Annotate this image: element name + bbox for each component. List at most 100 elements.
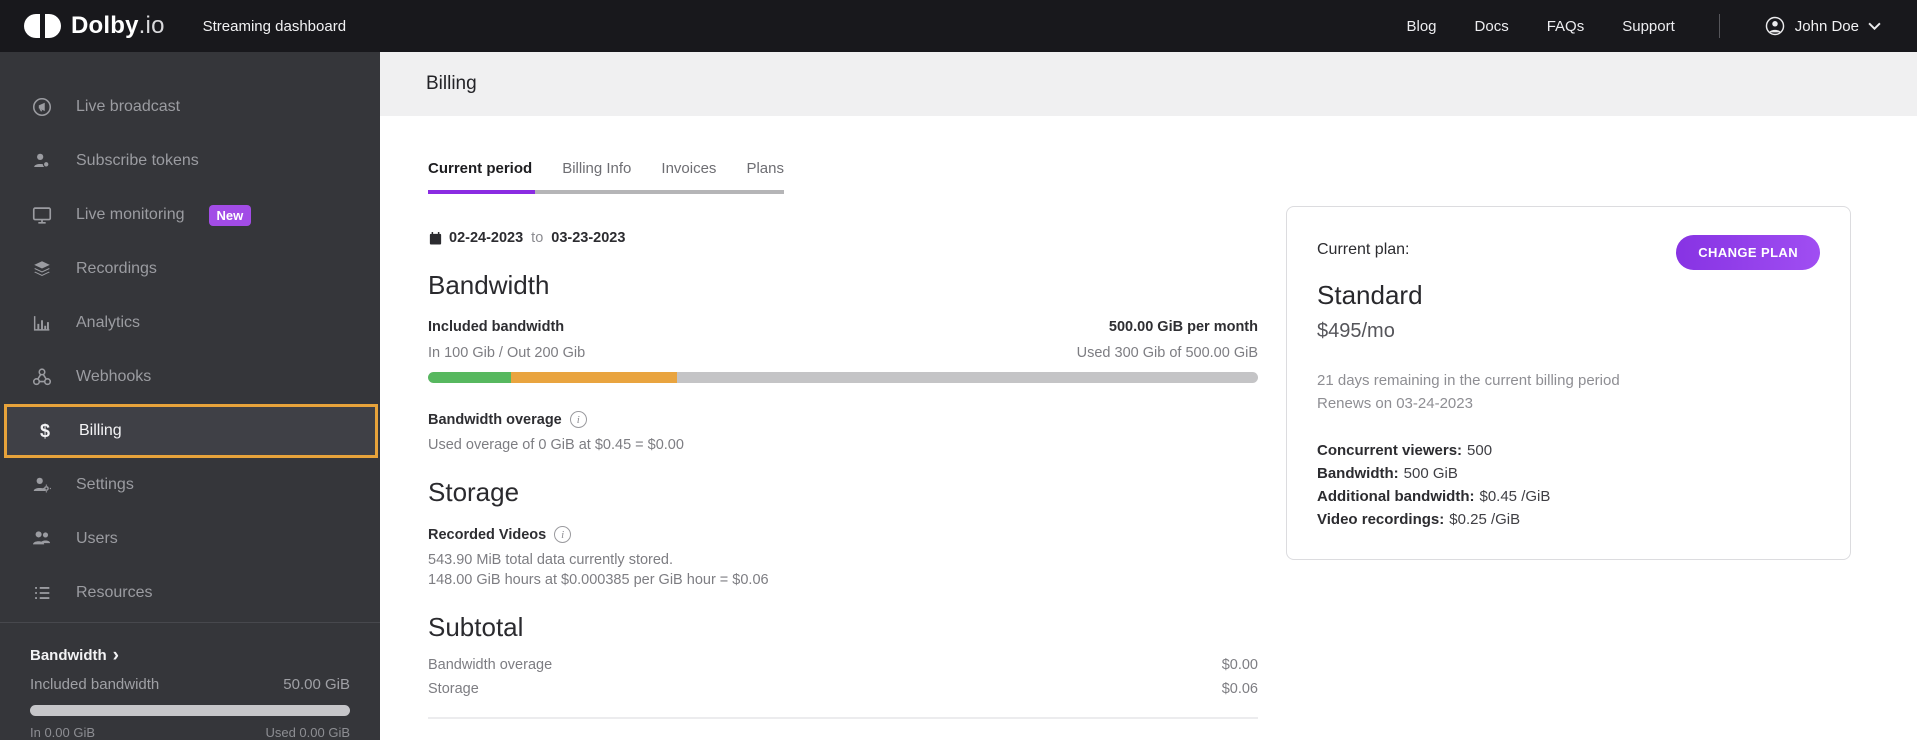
sidebar: Live broadcast Subscribe tokens Live mon… xyxy=(0,52,380,740)
sidebar-item-webhooks[interactable]: Webhooks xyxy=(0,350,380,404)
sidebar-item-live-monitoring[interactable]: Live monitoring New xyxy=(0,188,380,242)
storage-heading: Storage xyxy=(428,477,520,507)
usage-footer-left: In 0.00 GiB xyxy=(30,725,96,740)
bandwidth-progressbar xyxy=(428,372,1258,383)
dollar-icon: $ xyxy=(39,421,50,441)
page-title: Billing xyxy=(426,73,477,94)
sidebar-nav: Live broadcast Subscribe tokens Live mon… xyxy=(0,52,380,620)
period-start-date: 02-24-2023 xyxy=(449,230,524,246)
sidebar-item-label: Webhooks xyxy=(76,368,152,385)
plan-price: $495/mo xyxy=(1317,320,1395,342)
app-window: Dolby.io Streaming dashboard Blog Docs F… xyxy=(0,0,1917,740)
plan-renewal-date: Renews on 03-24-2023 xyxy=(1317,395,1473,412)
subtotal-row-label: Bandwidth overage xyxy=(428,657,553,673)
sidebar-item-label: Resources xyxy=(76,584,153,601)
nav-link-blog[interactable]: Blog xyxy=(1407,18,1437,35)
plan-detail-row: Concurrent viewers: 500 xyxy=(1317,439,1820,462)
change-plan-button[interactable]: CHANGE PLAN xyxy=(1676,235,1820,270)
sidebar-item-settings[interactable]: Settings xyxy=(0,458,380,512)
tab-current-period[interactable]: Current period xyxy=(428,160,532,177)
chevron-right-icon: › xyxy=(112,644,119,666)
chevron-down-icon xyxy=(1868,22,1881,30)
sidebar-item-resources[interactable]: Resources xyxy=(0,566,380,620)
bandwidth-used: Used 300 Gib of 500.00 GiB xyxy=(1076,345,1258,361)
sidebar-item-billing[interactable]: $ Billing xyxy=(4,404,378,458)
nav-link-support[interactable]: Support xyxy=(1622,18,1675,35)
brand-text: Dolby.io xyxy=(71,12,165,39)
usage-title-label: Bandwidth xyxy=(30,647,107,664)
header-divider xyxy=(1718,14,1720,38)
subtotal-divider xyxy=(428,717,1258,719)
sidebar-item-subscribe-tokens[interactable]: Subscribe tokens xyxy=(0,134,380,188)
header-nav: Blog Docs FAQs Support John Doe xyxy=(1407,14,1882,38)
users-icon xyxy=(30,527,54,551)
plan-detail-row: Bandwidth: 500 GiB xyxy=(1317,462,1820,485)
subscribe-tokens-icon xyxy=(30,149,54,173)
plan-detail-label: Video recordings: xyxy=(1317,511,1445,528)
calendar-icon xyxy=(428,231,443,246)
nav-link-docs[interactable]: Docs xyxy=(1475,18,1509,35)
current-plan-card: Current plan: CHANGE PLAN Standard $495/… xyxy=(1286,206,1851,560)
sidebar-item-recordings[interactable]: Recordings xyxy=(0,242,380,296)
subtotal-row: Storage $0.06 xyxy=(428,681,1258,697)
plan-detail-value: $0.45 /GiB xyxy=(1479,488,1551,505)
settings-icon xyxy=(30,473,54,497)
bandwidth-progress-in-segment xyxy=(428,372,511,383)
usage-included-value: 50.00 GiB xyxy=(283,676,350,693)
page-titlebar: Billing xyxy=(380,52,1917,116)
sidebar-item-label: Recordings xyxy=(76,260,157,277)
storage-total-line: 543.90 MiB total data currently stored. xyxy=(428,552,674,568)
plan-detail-value: $0.25 /GiB xyxy=(1449,511,1521,528)
bandwidth-overage-detail: Used overage of 0 GiB at $0.45 = $0.00 xyxy=(428,437,684,453)
dolby-double-d-icon xyxy=(24,14,61,38)
sidebar-usage-panel: Bandwidth › Included bandwidth 50.00 GiB… xyxy=(0,622,380,740)
current-plan-label: Current plan: xyxy=(1317,241,1410,258)
plan-detail-row: Video recordings: $0.25 /GiB xyxy=(1317,508,1820,531)
billing-summary-column: 02-24-2023 to 03-23-2023 Bandwidth Inclu… xyxy=(428,194,1258,740)
user-name: John Doe xyxy=(1794,17,1859,35)
plan-detail-value: 500 xyxy=(1467,442,1493,459)
dolby-logo[interactable]: Dolby.io xyxy=(24,12,165,40)
user-avatar-icon xyxy=(1764,15,1786,37)
sidebar-item-label: Analytics xyxy=(76,314,141,331)
bandwidth-heading: Bandwidth xyxy=(428,270,550,300)
sidebar-item-label: Users xyxy=(76,530,118,547)
plan-days-remaining: 21 days remaining in the current billing… xyxy=(1317,372,1620,389)
plan-detail-value: 500 GiB xyxy=(1403,465,1458,482)
info-icon[interactable]: i xyxy=(569,411,587,428)
plan-detail-label: Bandwidth: xyxy=(1317,465,1399,482)
period-end-date: 03-23-2023 xyxy=(551,230,626,246)
sidebar-bandwidth-progressbar xyxy=(30,705,350,716)
monitor-icon xyxy=(30,203,54,227)
webhooks-icon xyxy=(30,365,54,389)
user-menu[interactable]: John Doe xyxy=(1764,15,1881,37)
broadcast-icon xyxy=(30,95,54,119)
billing-tabs: Current period Billing Info Invoices Pla… xyxy=(428,160,784,194)
subtotal-row-value: $0.00 xyxy=(1221,657,1258,673)
info-icon[interactable]: i xyxy=(554,526,572,543)
plan-detail-label: Concurrent viewers: xyxy=(1317,442,1463,459)
sidebar-bandwidth-link[interactable]: Bandwidth › xyxy=(30,644,350,666)
sidebar-item-label: Live monitoring xyxy=(76,206,185,223)
tab-billing-info[interactable]: Billing Info xyxy=(562,160,631,177)
subtotal-row-value: $0.06 xyxy=(1221,681,1258,697)
plan-detail-row: Additional bandwidth: $0.45 /GiB xyxy=(1317,485,1820,508)
sidebar-item-label: Billing xyxy=(79,422,122,439)
tab-plans[interactable]: Plans xyxy=(746,160,784,177)
subtotal-row-label: Storage xyxy=(428,681,479,697)
nav-link-faqs[interactable]: FAQs xyxy=(1547,18,1585,35)
bandwidth-progress-out-segment xyxy=(511,372,677,383)
sidebar-item-analytics[interactable]: Analytics xyxy=(0,296,380,350)
sidebar-item-label: Live broadcast xyxy=(76,98,181,115)
sidebar-item-users[interactable]: Users xyxy=(0,512,380,566)
period-separator: to xyxy=(531,230,544,246)
included-bandwidth-label: Included bandwidth xyxy=(428,319,565,335)
top-header: Dolby.io Streaming dashboard Blog Docs F… xyxy=(0,0,1917,52)
plan-name: Standard xyxy=(1317,280,1423,310)
sidebar-item-live-broadcast[interactable]: Live broadcast xyxy=(0,80,380,134)
tab-invoices[interactable]: Invoices xyxy=(661,160,716,177)
bandwidth-in-out: In 100 Gib / Out 200 Gib xyxy=(428,345,586,361)
plan-detail-label: Additional bandwidth: xyxy=(1317,488,1475,505)
usage-included-label: Included bandwidth xyxy=(30,676,160,693)
usage-footer-right: Used 0.00 GiB xyxy=(265,725,350,740)
